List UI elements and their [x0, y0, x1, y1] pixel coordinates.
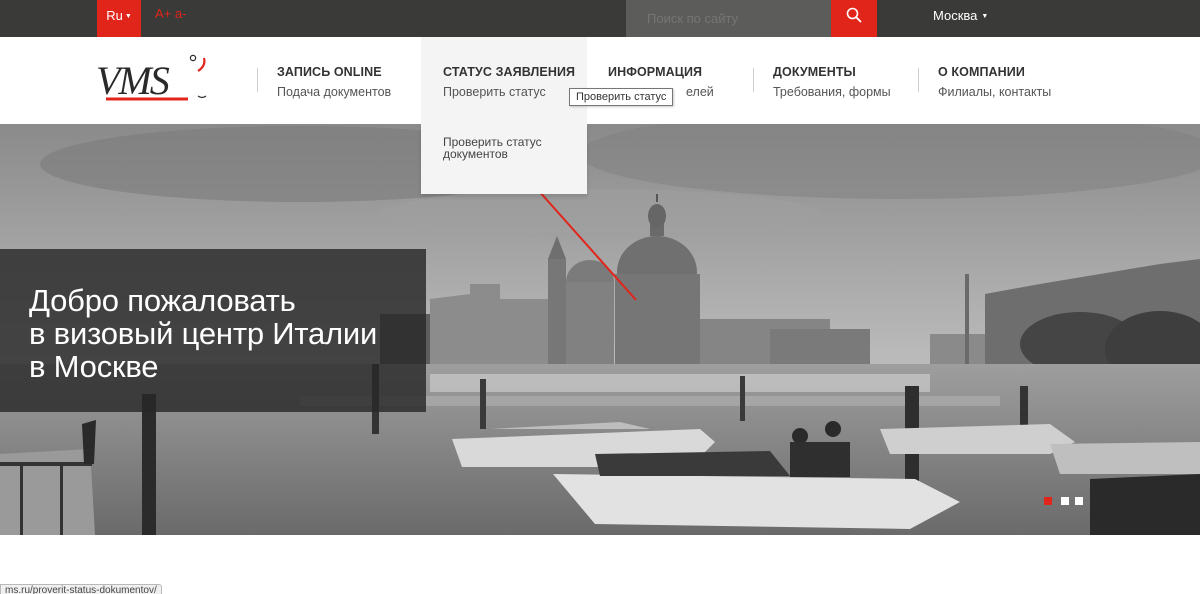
dropdown-item-check-document-status[interactable]: Проверить статус документов [443, 136, 573, 160]
nav-title: ЗАПИСЬ ONLINE [277, 65, 382, 79]
welcome-line-3: в Москве [29, 349, 159, 384]
svg-text:VMS: VMS [96, 58, 170, 103]
nav-title: О КОМПАНИИ [938, 65, 1025, 79]
browser-status-url: ms.ru/proverit-status-dokumentov/ [0, 584, 162, 594]
nav-item-about-company[interactable]: О КОМПАНИИ Филиалы, контакты [918, 37, 1051, 124]
nav-subtitle: Требования, формы [773, 85, 891, 99]
caret-down-icon: ▼ [981, 13, 989, 20]
slider-dot-1[interactable] [1044, 497, 1052, 505]
search-button[interactable] [831, 0, 877, 37]
nav-subtitle: Филиалы, контакты [938, 85, 1052, 99]
city-select[interactable]: Москва ▼ [933, 8, 988, 23]
language-select[interactable]: Ru ▼ [97, 0, 141, 37]
slider-dot-3[interactable] [1075, 497, 1083, 505]
nav-subtitle: Подача документов [277, 85, 392, 99]
nav-item-information[interactable]: ИНФОРМАЦИЯ елей [588, 37, 714, 124]
search-icon [846, 7, 862, 23]
nav-title: СТАТУС ЗАЯВЛЕНИЯ [443, 65, 576, 79]
nav-title: ДОКУМЕНТЫ [773, 65, 856, 79]
city-label: Москва [933, 8, 978, 23]
nav-separator [918, 68, 919, 92]
nav-subtitle: Проверить статус [443, 85, 546, 99]
nav-separator [257, 68, 258, 92]
language-label: Ru [106, 8, 123, 23]
welcome-line-2: в визовый центр Италии [29, 316, 378, 351]
slider-dot-2[interactable] [1061, 497, 1069, 505]
vms-logo[interactable]: VMS [94, 52, 214, 112]
nav-item-documents[interactable]: ДОКУМЕНТЫ Требования, формы [753, 37, 891, 124]
font-size-controls: A+ a- [155, 6, 186, 21]
top-bar: Ru▼ A+ a- Москва▼ [0, 0, 1200, 37]
font-increase-button[interactable]: A+ [155, 6, 171, 21]
welcome-line-1: Добро пожаловать [29, 283, 296, 318]
search-input[interactable] [626, 0, 831, 37]
welcome-banner: Добро пожаловать в визовый центр Италии в … [0, 249, 426, 412]
nav-item-online-booking[interactable]: ЗАПИСЬ ONLINE Подача документов [257, 37, 391, 124]
hero-slider: Добро пожаловать в визовый центр Италии в … [0, 124, 1200, 535]
nav-title: ИНФОРМАЦИЯ [608, 65, 703, 79]
main-header: VMS ЗАПИСЬ ONLINE Подача документов СТАТ… [0, 37, 1200, 124]
font-decrease-button[interactable]: a- [175, 6, 187, 21]
nav-item-application-status[interactable]: СТАТУС ЗАЯВЛЕНИЯ Проверить статус [421, 37, 587, 124]
caret-down-icon: ▼ [124, 13, 132, 20]
tooltip: Проверить статус [569, 88, 674, 106]
nav-separator [753, 68, 754, 92]
status-dropdown-menu: Проверить статус документов [421, 124, 587, 194]
welcome-heading: Добро пожаловать в визовый центр Италии в … [29, 284, 377, 383]
